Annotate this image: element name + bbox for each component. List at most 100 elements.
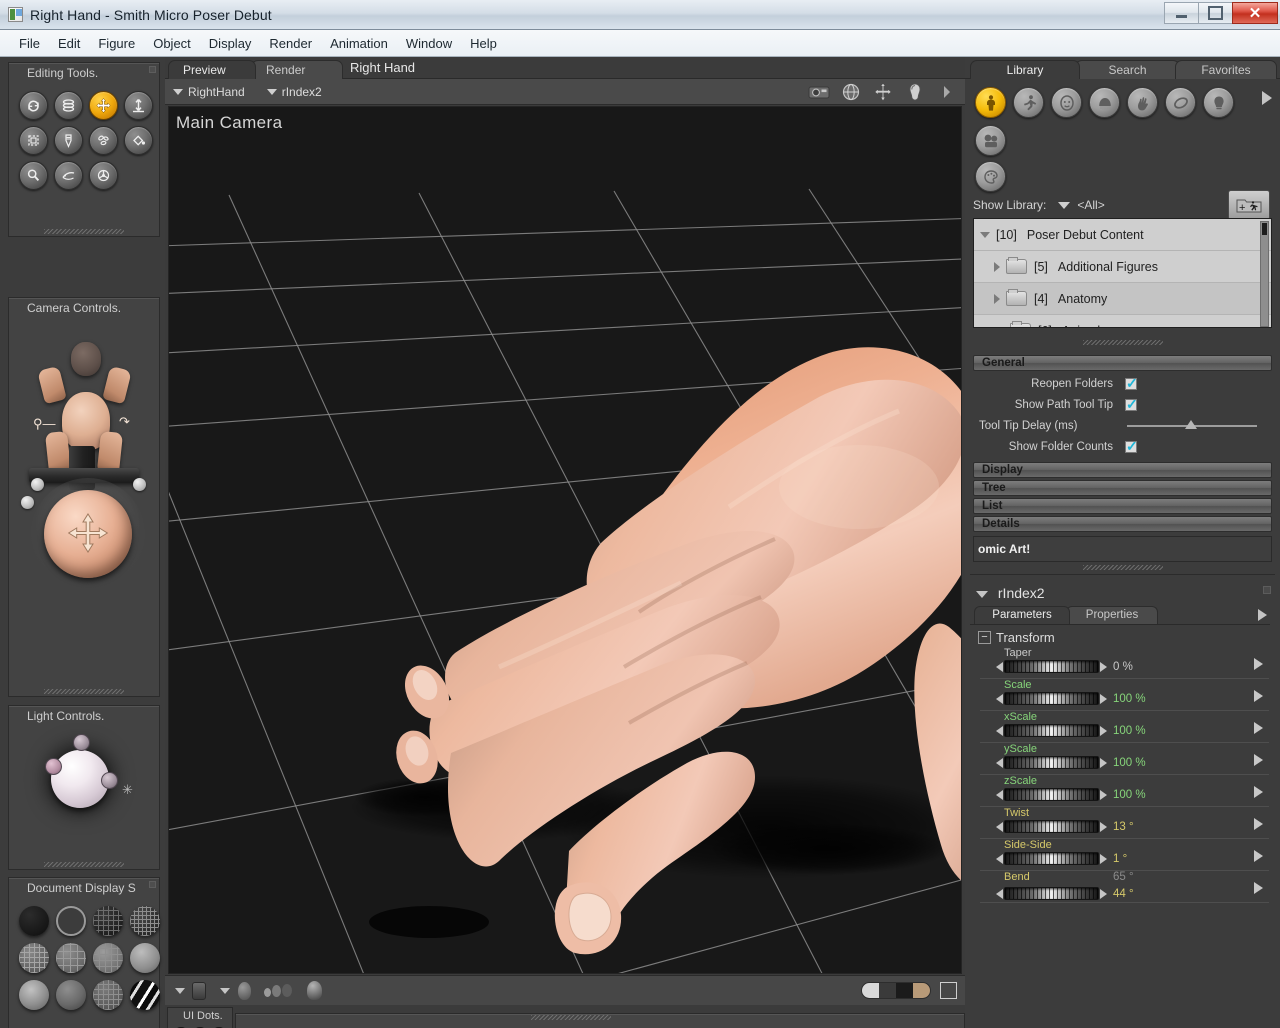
menu-object[interactable]: Object <box>144 32 200 55</box>
camera-dot-right[interactable] <box>133 478 146 491</box>
figure-dropdown[interactable]: RightHand <box>173 85 245 99</box>
view-magnifier-tool[interactable] <box>19 161 48 190</box>
materials-category-icon[interactable] <box>975 161 1006 192</box>
collapse-minus-icon[interactable]: − <box>978 631 991 644</box>
parameters-more-arrow-icon[interactable] <box>1258 609 1267 621</box>
dial-expand-arrow-icon[interactable] <box>1254 658 1263 670</box>
expand-triangle-icon[interactable] <box>994 294 1000 304</box>
transform-group-header[interactable]: − Transform <box>970 625 1275 647</box>
display-style-smooth-shaded[interactable] <box>56 980 86 1010</box>
shadow-eggs-icon[interactable] <box>264 984 292 997</box>
globe-icon[interactable] <box>839 81 863 102</box>
dial-track[interactable] <box>1004 852 1099 865</box>
parameters-resize-handle[interactable] <box>1083 565 1163 570</box>
left-palm-camera-icon[interactable] <box>45 431 71 473</box>
element-style-dropdown-icon[interactable] <box>220 988 230 994</box>
tree-row-root[interactable]: [10] Poser Debut Content <box>974 219 1271 251</box>
dial-decrement-arrow[interactable] <box>996 790 1003 800</box>
cameras-category-icon[interactable] <box>975 125 1006 156</box>
menu-render[interactable]: Render <box>260 32 321 55</box>
tab-library[interactable]: Library <box>970 60 1080 79</box>
translate-pull-tool[interactable] <box>89 91 118 120</box>
camera-dot-left[interactable] <box>31 478 44 491</box>
dial-increment-arrow[interactable] <box>1100 662 1107 672</box>
panel-corner-handle[interactable] <box>1263 586 1271 594</box>
display-style-dropdown-icon[interactable] <box>175 988 185 994</box>
dial-track[interactable] <box>1004 788 1099 801</box>
display-style-texture-shaded[interactable] <box>130 980 160 1010</box>
light-intensity-icon[interactable]: ✳ <box>122 782 133 798</box>
light-icon[interactable] <box>903 81 927 102</box>
category-more-arrow-icon[interactable] <box>1262 91 1272 105</box>
dial-track[interactable] <box>1004 820 1099 833</box>
dial-value[interactable]: 1 ° <box>1113 853 1127 865</box>
dial-expand-arrow-icon[interactable] <box>1254 754 1263 766</box>
dial-expand-arrow-icon[interactable] <box>1254 850 1263 862</box>
tooltip-delay-slider[interactable] <box>1127 425 1257 427</box>
paint-bucket-tool[interactable] <box>124 126 153 155</box>
tab-parameters[interactable]: Parameters <box>974 606 1070 624</box>
dial-increment-arrow[interactable] <box>1100 822 1107 832</box>
camera-icon[interactable] <box>807 81 831 102</box>
chain-break-tool[interactable] <box>19 126 48 155</box>
expand-triangle-icon[interactable] <box>994 262 1000 272</box>
dial-value[interactable]: 100 % <box>1113 725 1146 737</box>
tree-row-anatomy[interactable]: [4] Anatomy <box>974 283 1271 315</box>
panel-resize-handle[interactable] <box>44 689 124 694</box>
dial-increment-arrow[interactable] <box>1100 726 1107 736</box>
editing-tools-title[interactable]: Editing Tools. <box>9 63 159 83</box>
promo-banner[interactable]: omic Art! <box>973 536 1272 562</box>
panel-resize-handle[interactable] <box>44 229 124 234</box>
scale-tool[interactable] <box>124 91 153 120</box>
panel-corner-handle[interactable] <box>149 66 156 73</box>
pref-section-details[interactable]: Details <box>973 516 1272 532</box>
rotate-tool[interactable] <box>19 91 48 120</box>
props-category-icon[interactable] <box>1165 87 1196 118</box>
direct-manipulation-tool[interactable] <box>89 161 118 190</box>
camera-roll-icon[interactable]: ↷ <box>119 414 130 430</box>
menu-figure[interactable]: Figure <box>89 32 144 55</box>
expand-triangle-icon[interactable] <box>980 232 990 238</box>
dial-track[interactable] <box>1004 660 1099 673</box>
camera-key-icon[interactable]: ⚲— <box>33 416 56 432</box>
show-library-chevron-icon[interactable] <box>1058 202 1070 209</box>
pref-section-list[interactable]: List <box>973 498 1272 514</box>
dial-value[interactable]: 100 % <box>1113 693 1146 705</box>
camera-pan-cross-icon[interactable] <box>65 512 111 558</box>
dial-track[interactable] <box>1004 887 1099 900</box>
display-style-hidden-line[interactable] <box>130 906 160 936</box>
dial-increment-arrow[interactable] <box>1100 790 1107 800</box>
camera-controls-title[interactable]: Camera Controls. <box>9 298 159 318</box>
minimize-button[interactable] <box>1164 2 1199 24</box>
left-hand-camera-icon[interactable] <box>37 366 67 404</box>
light-node-right[interactable] <box>101 772 118 789</box>
lights-category-icon[interactable] <box>1203 87 1234 118</box>
light-node-top[interactable] <box>73 734 90 751</box>
pref-section-display[interactable]: Display <box>973 462 1272 478</box>
display-style-silhouette[interactable] <box>19 906 49 936</box>
menu-file[interactable]: File <box>10 32 49 55</box>
move-cross-icon[interactable] <box>871 81 895 102</box>
show-path-tooltip-checkbox[interactable] <box>1125 399 1137 411</box>
display-style-flat-shaded[interactable] <box>56 943 86 973</box>
actor-dropdown[interactable]: rIndex2 <box>267 85 322 99</box>
dial-decrement-arrow[interactable] <box>996 822 1003 832</box>
animation-resize-handle[interactable] <box>531 1015 611 1020</box>
grouping-tool[interactable] <box>89 126 118 155</box>
display-style-cartoon[interactable] <box>130 943 160 973</box>
pref-section-tree[interactable]: Tree <box>973 480 1272 496</box>
display-style-smooth-lined[interactable] <box>93 980 123 1010</box>
panel-corner-handle[interactable] <box>149 881 156 888</box>
camera-controls-widget[interactable]: ⚲— ↷ <box>9 320 159 610</box>
right-palm-camera-icon[interactable] <box>97 431 123 473</box>
dial-track[interactable] <box>1004 692 1099 705</box>
poses-category-icon[interactable] <box>1013 87 1044 118</box>
dial-expand-arrow-icon[interactable] <box>1254 882 1263 894</box>
dial-increment-arrow[interactable] <box>1100 758 1107 768</box>
figures-category-icon[interactable] <box>975 87 1006 118</box>
display-style-cartoon-lined[interactable] <box>19 980 49 1010</box>
dial-decrement-arrow[interactable] <box>996 726 1003 736</box>
display-style-lit-wireframe[interactable] <box>19 943 49 973</box>
more-arrow-icon[interactable] <box>935 81 959 102</box>
faces-category-icon[interactable] <box>1051 87 1082 118</box>
